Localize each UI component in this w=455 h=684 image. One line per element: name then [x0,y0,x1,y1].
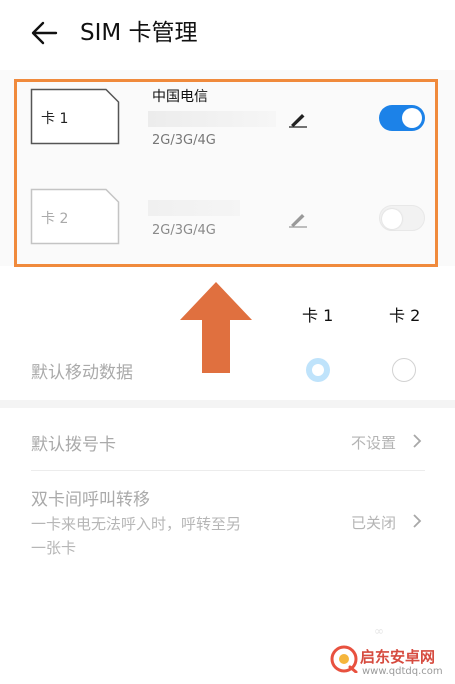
highlight-annotation [14,79,438,267]
default-dial-label: 默认拨号卡 [31,435,116,455]
chevron-right-icon [413,514,422,528]
chevron-right-icon [413,434,422,448]
section-divider [0,400,455,408]
back-button[interactable] [26,16,62,50]
page-title: SIM 卡管理 [80,20,198,46]
watermark-name: 启东安卓网 [360,648,436,666]
back-arrow-icon [31,21,58,45]
default-data-radio-sim1[interactable] [306,358,330,382]
call-forward-label: 双卡间呼叫转移 [31,490,150,510]
column-sim2: 卡 2 [389,306,421,325]
column-sim1: 卡 1 [302,306,334,325]
up-arrow-icon [180,282,252,373]
watermark-logo-icon [330,645,358,673]
default-data-radio-sim2[interactable] [392,358,416,382]
call-forward-desc-line1: 一卡来电无法呼入时，呼转至另 [31,515,242,533]
default-dial-row[interactable]: 默认拨号卡 不设置 [0,408,455,470]
faint-decoration: ∞ [374,624,384,638]
call-forward-value: 已关闭 [351,514,397,532]
call-forward-desc-line2: 一张卡 [31,539,77,557]
watermark-url: www.qdtdq.com [362,666,443,677]
default-data-label: 默认移动数据 [31,363,133,383]
default-dial-value: 不设置 [351,434,397,452]
call-forward-row[interactable]: 双卡间呼叫转移 一卡来电无法呼入时，呼转至另 一张卡 已关闭 [0,471,455,571]
